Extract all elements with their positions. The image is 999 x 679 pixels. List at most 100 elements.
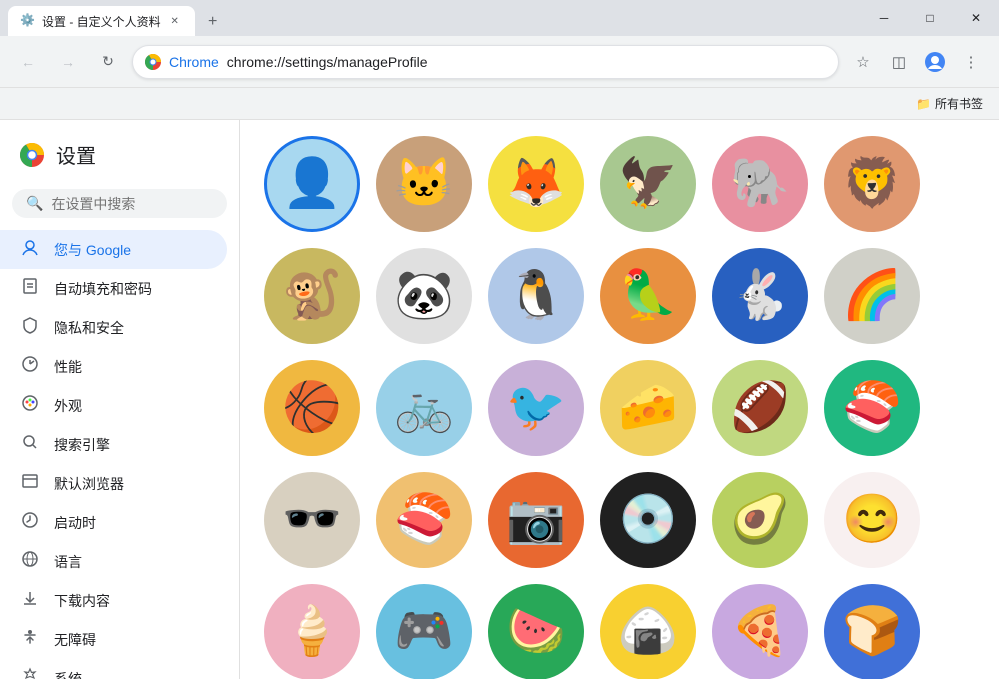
close-button[interactable]: ✕ <box>953 0 999 36</box>
sidebar: 设置 🔍 您与 Google 自动填充和密码隐私和安全性能外观搜索引擎默认浏览器启… <box>0 120 240 679</box>
sidebar-item-download[interactable]: 下载内容 <box>0 581 227 620</box>
url-display: chrome://settings/manageProfile <box>227 54 826 70</box>
avatar-emoji: 🏀 <box>282 384 342 432</box>
avatar-circle[interactable]: 🐇 <box>712 248 808 344</box>
avatar-circle[interactable]: 🦅 <box>600 136 696 232</box>
avatar-circle[interactable]: 🐱 <box>376 136 472 232</box>
sidebar-toggle-button[interactable]: ◫ <box>883 46 915 78</box>
avatar-circle[interactable]: 🍙 <box>600 584 696 679</box>
sidebar-item-label-google: 您与 Google <box>54 240 131 260</box>
tab-title: 设置 - 自定义个人资料 <box>42 13 161 30</box>
sidebar-item-privacy[interactable]: 隐私和安全 <box>0 308 227 347</box>
download-icon <box>20 589 40 612</box>
settings-search-box[interactable]: 🔍 <box>12 189 227 218</box>
folder-icon: 📁 <box>916 97 931 111</box>
avatar-circle[interactable]: 🧀 <box>600 360 696 456</box>
bookmark-button[interactable]: ☆ <box>847 46 879 78</box>
avatar-emoji: 🐒 <box>282 272 342 320</box>
avatar-circle[interactable]: 🍉 <box>488 584 584 679</box>
sidebar-item-language[interactable]: 语言 <box>0 542 227 581</box>
browser-icon <box>20 472 40 495</box>
language-icon <box>20 550 40 573</box>
avatar-circle[interactable]: 💿 <box>600 472 696 568</box>
avatar-grid: 👤 🐱 🦊 🦅 🐘🦁 🐒 🐼 🐧 🦜🐇 🌈 🏀 🚲 🐦 🧀 🏈 🍣 🕶️ 🍣 📷💿 🥑 😊 🍦 🎮 🍉 🍙 🍕 🍞 <box>240 120 999 679</box>
avatar-emoji: 🕶️ <box>282 496 342 544</box>
avatar-emoji: 🍕 <box>730 608 790 656</box>
profile-button[interactable] <box>919 46 951 78</box>
tab-favicon: ⚙️ <box>20 13 36 29</box>
active-tab[interactable]: ⚙️ 设置 - 自定义个人资料 ✕ <box>8 6 195 36</box>
avatar-circle[interactable]: 🐼 <box>376 248 472 344</box>
avatar-emoji: 🧀 <box>618 384 678 432</box>
avatar-circle[interactable]: 🌈 <box>824 248 920 344</box>
avatar-circle[interactable]: 😊 <box>824 472 920 568</box>
avatar-emoji: 🍉 <box>506 608 566 656</box>
avatar-circle[interactable]: 🥑 <box>712 472 808 568</box>
avatar-circle[interactable]: 🍣 <box>824 360 920 456</box>
sidebar-item-performance[interactable]: 性能 <box>0 347 227 386</box>
performance-icon <box>20 355 40 378</box>
avatar-circle[interactable]: 🦊 <box>488 136 584 232</box>
avatar-emoji: 🐦 <box>506 384 566 432</box>
avatar-emoji: 🥑 <box>730 496 790 544</box>
settings-header: 设置 <box>0 128 239 181</box>
all-bookmarks-label: 所有书签 <box>935 95 983 112</box>
appearance-icon <box>20 394 40 417</box>
minimize-button[interactable]: ─ <box>861 0 907 36</box>
avatar-circle[interactable]: 🍦 <box>264 584 360 679</box>
avatar-circle[interactable]: 🍞 <box>824 584 920 679</box>
sidebar-item-label-autofill: 自动填充和密码 <box>54 279 152 299</box>
avatar-circle[interactable]: 🐘 <box>712 136 808 232</box>
sidebar-item-autofill[interactable]: 自动填充和密码 <box>0 269 227 308</box>
avatar-circle[interactable]: 👤 <box>264 136 360 232</box>
sidebar-item-search[interactable]: 搜索引擎 <box>0 425 227 464</box>
avatar-emoji: 🐧 <box>506 272 566 320</box>
sidebar-item-browser[interactable]: 默认浏览器 <box>0 464 227 503</box>
bookmarks-bar: 📁 所有书签 <box>0 88 999 120</box>
avatar-emoji: 🍣 <box>394 496 454 544</box>
settings-logo <box>20 143 44 167</box>
avatar-emoji: 👤 <box>282 160 342 208</box>
tab-close-button[interactable]: ✕ <box>167 13 183 29</box>
avatar-emoji: 🦊 <box>506 160 566 208</box>
avatar-emoji: 🌈 <box>842 272 902 320</box>
avatar-circle[interactable]: 🏀 <box>264 360 360 456</box>
content-area: 👤🐱🦊🦅🐘🦁🐒🐼🐧🦜🐇🌈🏀🚲🐦🧀🏈🍣🕶️🍣📷💿🥑😊🍦🎮🍉🍙🍕🍞 划动查看其他头像… <box>240 120 999 679</box>
sidebar-item-label-system: 系统 <box>54 669 82 679</box>
avatar-circle[interactable]: 🍣 <box>376 472 472 568</box>
new-tab-button[interactable]: + <box>199 8 227 36</box>
avatar-circle[interactable]: 🐧 <box>488 248 584 344</box>
sidebar-item-startup[interactable]: 启动时 <box>0 503 227 542</box>
avatar-circle[interactable]: 🦁 <box>824 136 920 232</box>
chrome-menu-button[interactable]: ⋮ <box>955 46 987 78</box>
avatar-emoji: 🍞 <box>842 608 902 656</box>
omnibox[interactable]: Chrome chrome://settings/manageProfile <box>132 45 839 79</box>
sidebar-item-accessibility[interactable]: 无障碍 <box>0 620 227 659</box>
avatar-emoji: 🦅 <box>618 160 678 208</box>
avatar-circle[interactable]: 🦜 <box>600 248 696 344</box>
tab-strip: ⚙️ 设置 - 自定义个人资料 ✕ + <box>0 0 227 36</box>
forward-button[interactable]: → <box>52 46 84 78</box>
addressbar-actions: ☆ ◫ ⋮ <box>847 46 987 78</box>
avatar-emoji: 🏈 <box>730 384 790 432</box>
avatar-circle[interactable]: 📷 <box>488 472 584 568</box>
settings-search-input[interactable] <box>51 196 213 212</box>
avatar-circle[interactable]: 🚲 <box>376 360 472 456</box>
sidebar-item-google[interactable]: 您与 Google <box>0 230 227 269</box>
avatar-circle[interactable]: 🍕 <box>712 584 808 679</box>
settings-title: 设置 <box>56 140 96 169</box>
maximize-button[interactable]: □ <box>907 0 953 36</box>
all-bookmarks-item[interactable]: 📁 所有书签 <box>908 93 991 114</box>
sidebar-item-system[interactable]: 系统 <box>0 659 227 679</box>
avatar-circle[interactable]: 🕶️ <box>264 472 360 568</box>
reload-button[interactable]: ↻ <box>92 46 124 78</box>
avatar-circle[interactable]: 🐒 <box>264 248 360 344</box>
avatar-circle[interactable]: 🎮 <box>376 584 472 679</box>
avatar-circle[interactable]: 🏈 <box>712 360 808 456</box>
back-button[interactable]: ← <box>12 46 44 78</box>
main-content: 设置 🔍 您与 Google 自动填充和密码隐私和安全性能外观搜索引擎默认浏览器启… <box>0 120 999 679</box>
sidebar-item-label-startup: 启动时 <box>54 513 96 533</box>
avatar-circle[interactable]: 🐦 <box>488 360 584 456</box>
sidebar-item-appearance[interactable]: 外观 <box>0 386 227 425</box>
avatar-emoji: 🍦 <box>282 608 342 656</box>
